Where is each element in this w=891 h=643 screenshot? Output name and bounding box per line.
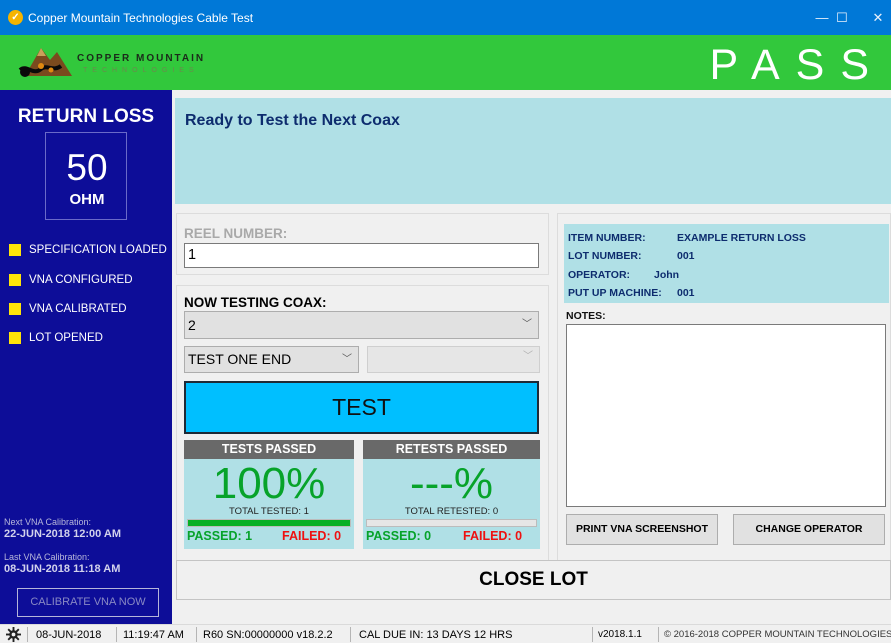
tests-failed-count: FAILED: 0 bbox=[282, 529, 342, 543]
tests-passed-panel: 100% TOTAL TESTED: 1 PASSED: 1 FAILED: 0 bbox=[184, 459, 354, 549]
putup-machine-label: PUT UP MACHINE: bbox=[568, 287, 662, 299]
tests-progress-fill bbox=[188, 520, 350, 526]
mountain-logo-icon bbox=[18, 48, 72, 77]
status-indicator-icon bbox=[9, 303, 21, 315]
reel-number-label: REEL NUMBER: bbox=[184, 226, 288, 241]
status-label: VNA CALIBRATED bbox=[29, 303, 127, 315]
window-title: Copper Mountain Technologies Cable Test bbox=[28, 11, 254, 25]
reel-group: REEL NUMBER: 1 bbox=[176, 213, 549, 275]
message-panel: Ready to Test the Next Coax bbox=[175, 98, 891, 204]
coax-select[interactable]: 2 ﹀ bbox=[184, 311, 539, 339]
last-cal-value: 08-JUN-2018 11:18 AM bbox=[4, 563, 121, 575]
status-indicator-icon bbox=[9, 274, 21, 286]
notes-label: NOTES: bbox=[566, 310, 606, 322]
print-vna-screenshot-button[interactable]: PRINT VNA SCREENSHOT bbox=[566, 514, 718, 545]
next-cal-label: Next VNA Calibration: bbox=[4, 517, 92, 527]
total-tested: TOTAL TESTED: 1 bbox=[229, 506, 309, 517]
status-indicator-icon bbox=[9, 332, 21, 344]
status-lot-opened: LOT OPENED bbox=[9, 332, 103, 346]
close-lot-button[interactable]: CLOSE LOT bbox=[176, 560, 891, 600]
secondary-select[interactable]: ﹀ bbox=[367, 346, 540, 373]
status-message: Ready to Test the Next Coax bbox=[185, 112, 400, 129]
tests-passed-percent: 100% bbox=[212, 459, 326, 508]
coax-select-value: 2 bbox=[188, 317, 196, 333]
next-cal-value: 22-JUN-2018 12:00 AM bbox=[4, 528, 121, 540]
sidebar: RETURN LOSS 50 OHM SPECIFICATION LOADED … bbox=[0, 90, 172, 624]
gear-icon[interactable] bbox=[6, 627, 21, 642]
title-bar: ✓ Copper Mountain Technologies Cable Tes… bbox=[0, 0, 891, 35]
last-cal-label: Last VNA Calibration: bbox=[4, 552, 90, 562]
notes-textarea[interactable] bbox=[566, 324, 886, 507]
item-number-value: EXAMPLE RETURN LOSS bbox=[677, 232, 806, 244]
chevron-down-icon: ﹀ bbox=[522, 319, 532, 330]
status-separator bbox=[116, 627, 117, 642]
test-button[interactable]: TEST bbox=[184, 381, 539, 434]
tests-passed-count: PASSED: 1 bbox=[187, 529, 253, 543]
pass-result: PASS bbox=[709, 41, 885, 89]
status-separator bbox=[27, 627, 28, 642]
status-version: v2018.1.1 bbox=[598, 629, 642, 640]
close-window-button[interactable]: ✕ bbox=[855, 0, 891, 35]
status-spec-loaded: SPECIFICATION LOADED bbox=[9, 244, 167, 258]
status-device: R60 SN:00000000 v18.2.2 bbox=[203, 629, 333, 641]
chevron-down-icon: ﹀ bbox=[523, 351, 533, 362]
lot-info-box: ITEM NUMBER: EXAMPLE RETURN LOSS LOT NUM… bbox=[564, 224, 889, 303]
now-testing-label: NOW TESTING COAX: bbox=[184, 295, 327, 310]
retests-passed-header: RETESTS PASSED bbox=[363, 440, 540, 459]
impedance-value: 50 bbox=[66, 147, 108, 188]
test-end-value: TEST ONE END bbox=[188, 351, 292, 367]
status-vna-configured: VNA CONFIGURED bbox=[9, 274, 133, 288]
status-date: 08-JUN-2018 bbox=[36, 629, 102, 641]
app-icon: ✓ bbox=[8, 10, 23, 25]
retests-passed-percent: ---% bbox=[409, 459, 494, 508]
status-cal-due: CAL DUE IN: 13 DAYS 12 HRS bbox=[359, 629, 513, 641]
info-panel: ITEM NUMBER: EXAMPLE RETURN LOSS LOT NUM… bbox=[557, 213, 891, 582]
status-time: 11:19:47 AM bbox=[123, 629, 184, 641]
status-separator bbox=[196, 627, 197, 642]
status-copyright: © 2016-2018 COPPER MOUNTAIN TECHNOLOGIES bbox=[664, 629, 891, 640]
header-banner: COPPER MOUNTAIN TECHNOLOGIES PASS bbox=[0, 35, 891, 90]
logo-text-line1: COPPER MOUNTAIN bbox=[77, 53, 206, 64]
operator-label: OPERATOR: bbox=[568, 269, 631, 281]
status-separator bbox=[658, 627, 659, 642]
total-retested: TOTAL RETESTED: 0 bbox=[404, 506, 499, 517]
retests-progress-bar bbox=[366, 519, 537, 527]
retests-failed-count: FAILED: 0 bbox=[463, 529, 523, 543]
retests-passed-count: PASSED: 0 bbox=[366, 529, 432, 543]
status-bar: 08-JUN-2018 11:19:47 AM R60 SN:00000000 … bbox=[0, 624, 891, 643]
reel-number-input[interactable]: 1 bbox=[184, 243, 539, 268]
operator-value: John bbox=[654, 269, 680, 281]
logo-text-line2: TECHNOLOGIES bbox=[83, 67, 199, 74]
putup-machine-value: 001 bbox=[677, 287, 695, 299]
lot-number-label: LOT NUMBER: bbox=[568, 250, 642, 262]
status-vna-calibrated: VNA CALIBRATED bbox=[9, 303, 127, 317]
test-end-select[interactable]: TEST ONE END ﹀ bbox=[184, 346, 359, 373]
impedance-box: 50 OHM bbox=[45, 132, 127, 220]
company-logo: COPPER MOUNTAIN TECHNOLOGIES bbox=[15, 40, 225, 84]
retests-passed-panel: ---% TOTAL RETESTED: 0 PASSED: 0 FAILED:… bbox=[363, 459, 540, 549]
calibrate-vna-button[interactable]: CALIBRATE VNA NOW bbox=[17, 588, 159, 617]
test-group: NOW TESTING COAX: 2 ﹀ TEST ONE END ﹀ ﹀ T… bbox=[176, 285, 549, 581]
tests-progress-bar bbox=[187, 519, 351, 527]
tests-passed-header: TESTS PASSED bbox=[184, 440, 354, 459]
status-separator bbox=[592, 627, 593, 642]
status-separator bbox=[350, 627, 351, 642]
impedance-unit: OHM bbox=[69, 191, 105, 208]
change-operator-button[interactable]: CHANGE OPERATOR bbox=[733, 514, 885, 545]
status-label: LOT OPENED bbox=[29, 332, 103, 344]
lot-number-value: 001 bbox=[677, 250, 695, 262]
test-type-title: RETURN LOSS bbox=[17, 106, 155, 127]
item-number-label: ITEM NUMBER: bbox=[568, 232, 646, 244]
status-indicator-icon bbox=[9, 244, 21, 256]
status-label: VNA CONFIGURED bbox=[29, 274, 133, 286]
chevron-down-icon: ﹀ bbox=[342, 354, 352, 365]
status-label: SPECIFICATION LOADED bbox=[29, 244, 167, 256]
